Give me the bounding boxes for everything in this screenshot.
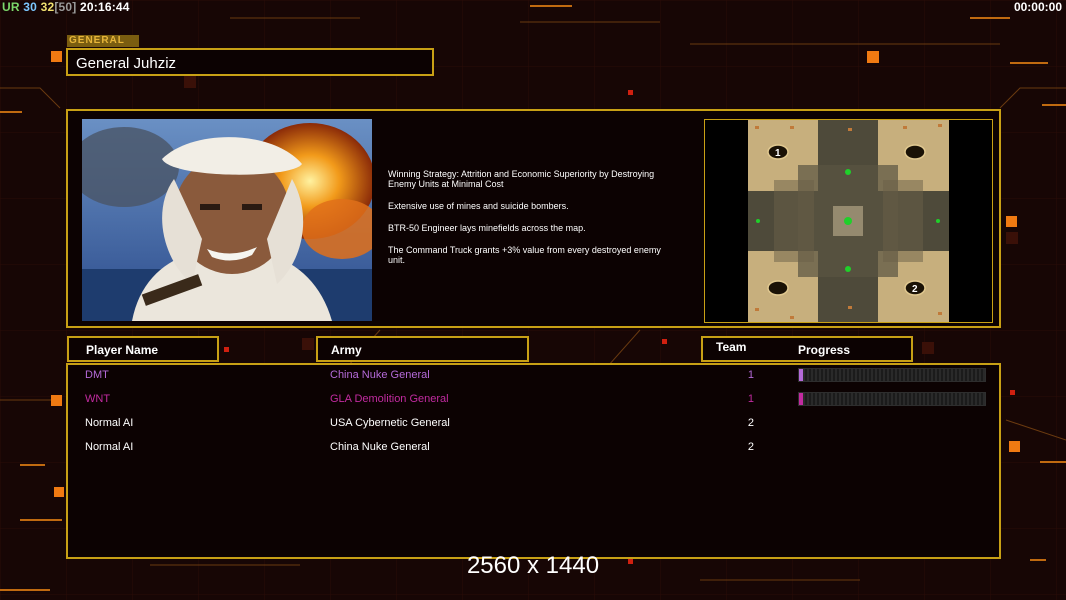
strategy-line: BTR-50 Engineer lays minefields across t…	[388, 223, 586, 233]
hud-stat-32: 32	[40, 0, 55, 14]
header-player-name-label: Player Name	[86, 343, 159, 357]
strategy-line: Extensive use of mines and suicide bombe…	[388, 201, 569, 211]
player-army: GLA Demolition General	[330, 393, 449, 405]
player-row: WNT GLA Demolition General 1	[68, 391, 999, 409]
start-position-2: 2	[912, 284, 918, 295]
player-row: Normal AI China Nuke General 2	[68, 439, 999, 457]
header-army: Army	[316, 336, 529, 362]
player-row: DMT China Nuke General 1	[68, 367, 999, 385]
general-name: General Juhziz	[66, 48, 434, 76]
hud-clock: 20:16:44	[80, 0, 130, 14]
player-team: 1	[747, 369, 754, 381]
player-name: Normal AI	[85, 417, 134, 429]
resolution-overlay: 2560 x 1440	[466, 552, 600, 579]
strategy-line: The Command Truck grants +3% value from …	[388, 245, 661, 265]
hud-stats: UR 30 32[50] 20:16:44	[2, 0, 130, 14]
general-tag: GENERAL	[67, 35, 139, 47]
player-army: China Nuke General	[330, 441, 430, 453]
player-team: 2	[747, 441, 754, 453]
hud-stat-50: [50]	[54, 0, 77, 14]
player-list: DMT China Nuke General 1 WNT GLA Demolit…	[66, 363, 1001, 559]
player-name: WNT	[85, 393, 111, 405]
header-team-label: Team	[716, 340, 747, 354]
header-player-name: Player Name	[67, 336, 219, 362]
header-army-label: Army	[331, 343, 362, 357]
player-progress-bar	[798, 368, 986, 382]
strategy-description: Winning Strategy: Attrition and Economic…	[388, 169, 698, 277]
player-army: USA Cybernetic General	[330, 417, 450, 429]
player-army: China Nuke General	[330, 369, 430, 381]
map-preview: 1 2	[704, 119, 993, 323]
player-row: Normal AI USA Cybernetic General 2	[68, 415, 999, 433]
game-timer: 00:00:00	[1013, 0, 1062, 14]
hud-stat-ur: UR	[2, 0, 20, 14]
player-name: DMT	[85, 369, 109, 381]
player-progress-fill	[799, 393, 803, 405]
start-position-1: 1	[775, 148, 781, 159]
general-portrait	[82, 119, 372, 321]
general-info-panel: Winning Strategy: Attrition and Economic…	[66, 109, 1001, 328]
player-progress-fill	[799, 369, 803, 381]
player-name: Normal AI	[85, 441, 134, 453]
player-team: 1	[747, 393, 754, 405]
player-progress-bar	[798, 392, 986, 406]
hud-stat-30: 30	[23, 0, 38, 14]
header-progress-label: Progress	[798, 343, 851, 357]
strategy-line: Winning Strategy: Attrition and Economic…	[388, 169, 655, 189]
player-team: 2	[747, 417, 754, 429]
header-team-progress: Team Progress	[701, 336, 913, 362]
